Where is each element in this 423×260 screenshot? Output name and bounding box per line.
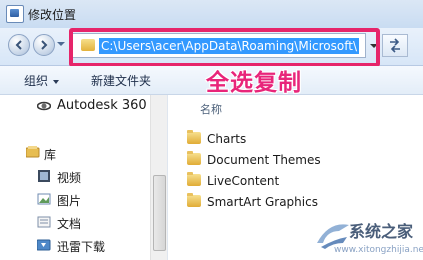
folder-icon [187,151,201,165]
column-header-name[interactable]: 名称 [200,101,222,117]
organize-button[interactable]: 组织 [24,72,60,89]
file-row-livecontent[interactable]: LiveContent [187,172,280,188]
picture-icon [37,193,51,205]
nav-item-label: 视频 [57,171,82,185]
highlight-frame [69,28,380,67]
file-name: SmartArt Graphics [207,195,318,209]
back-arrow-icon [15,40,22,50]
folder-icon [187,130,201,144]
nav-item-label: 迅雷下载 [57,240,106,254]
watermark-url: www.xitongzhijia.net [334,245,423,255]
document-icon [37,216,51,228]
file-row-charts[interactable]: Charts [187,130,247,146]
nav-item-label: Autodesk 360 [57,98,147,113]
chevron-down-icon [53,79,60,84]
refresh-icon [390,38,400,53]
nav-item-label: 库 [44,148,57,162]
video-icon [38,170,50,182]
new-folder-button[interactable]: 新建文件夹 [91,72,151,89]
word-app-icon [6,5,24,23]
organize-label: 组织 [24,74,49,88]
annotation-text: 全选复制 [206,70,302,96]
title-bar: 修改位置 [0,0,423,28]
file-row-document-themes[interactable]: Document Themes [187,151,321,167]
autodesk-icon [37,101,51,111]
file-row-smartart-graphics[interactable]: SmartArt Graphics [187,193,318,209]
library-icon [26,146,40,158]
file-name: Document Themes [207,153,321,167]
forward-button[interactable] [33,34,55,56]
folder-icon [187,172,201,186]
navigation-pane [0,95,167,260]
nav-item-label: 图片 [57,194,82,208]
file-name: Charts [207,132,247,146]
scrollbar-thumb[interactable] [153,175,166,251]
file-name: LiveContent [207,174,280,188]
forward-arrow-icon [41,40,48,50]
window-title: 修改位置 [28,8,77,22]
nav-item-label: 文档 [57,217,82,231]
watermark-text: 系统之家 [349,222,414,241]
back-button[interactable] [8,34,30,56]
refresh-button[interactable] [382,34,408,57]
download-icon [37,239,51,251]
recent-pages-dropdown-icon[interactable] [57,42,65,46]
folder-icon [187,193,201,207]
nav-scrollbar[interactable] [150,95,167,260]
